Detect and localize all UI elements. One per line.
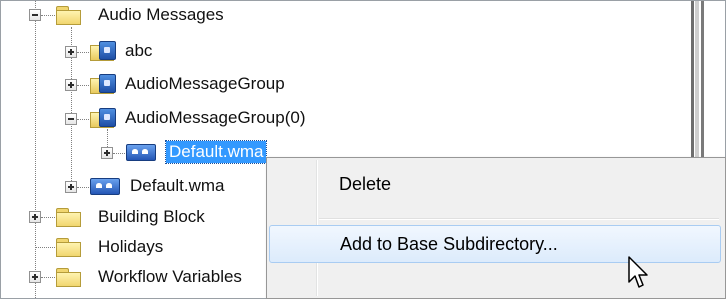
tree-item-label[interactable]: Default.wma [130, 175, 224, 197]
folder-icon [56, 238, 81, 257]
tree-line [41, 15, 55, 16]
tree-line [77, 187, 89, 188]
expand-toggle[interactable] [65, 79, 77, 91]
tree-line [35, 1, 36, 298]
menu-separator [319, 218, 719, 220]
expand-toggle[interactable] [65, 46, 77, 58]
tree-item-label[interactable]: Building Block [98, 206, 205, 228]
collapse-toggle[interactable] [65, 113, 77, 125]
expand-toggle[interactable] [65, 181, 77, 193]
mouse-pointer-icon [628, 256, 648, 288]
tree-line [77, 85, 89, 86]
tree-item-label[interactable]: Holidays [98, 236, 163, 258]
tree-item-label[interactable]: AudioMessageGroup [125, 73, 285, 95]
folder-icon [56, 6, 81, 25]
menu-item-add-to-base-subdirectory[interactable]: Add to Base Subdirectory... [269, 225, 721, 263]
tree-item-label-selected[interactable]: Default.wma [164, 140, 268, 164]
expand-toggle[interactable] [29, 211, 41, 223]
message-group-icon [90, 108, 118, 128]
message-group-icon [90, 74, 118, 94]
tree-item-label[interactable]: AudioMessageGroup(0) [125, 107, 305, 129]
tree-line [77, 119, 89, 120]
collapse-toggle[interactable] [29, 9, 41, 21]
folder-icon [56, 208, 81, 227]
message-group-icon [90, 41, 118, 61]
tree-item-label[interactable]: Audio Messages [98, 4, 224, 26]
tree-line [35, 247, 55, 248]
menu-item-label: Add to Base Subdirectory... [340, 234, 558, 254]
tree-line [41, 277, 55, 278]
folder-icon [56, 268, 81, 287]
expand-toggle[interactable] [29, 271, 41, 283]
expand-toggle[interactable] [101, 147, 113, 159]
menu-item-label: Delete [339, 174, 392, 194]
tree-line [113, 153, 125, 154]
tree-line [77, 52, 89, 53]
tree-item-label[interactable]: abc [125, 40, 152, 62]
tree-item-label[interactable]: Workflow Variables [98, 266, 242, 288]
menu-item-delete[interactable]: Delete [269, 166, 721, 204]
audio-file-icon [90, 177, 120, 195]
context-menu: Delete Add to Base Subdirectory... [266, 157, 726, 299]
audio-file-icon [126, 143, 156, 161]
tree-line [41, 217, 55, 218]
